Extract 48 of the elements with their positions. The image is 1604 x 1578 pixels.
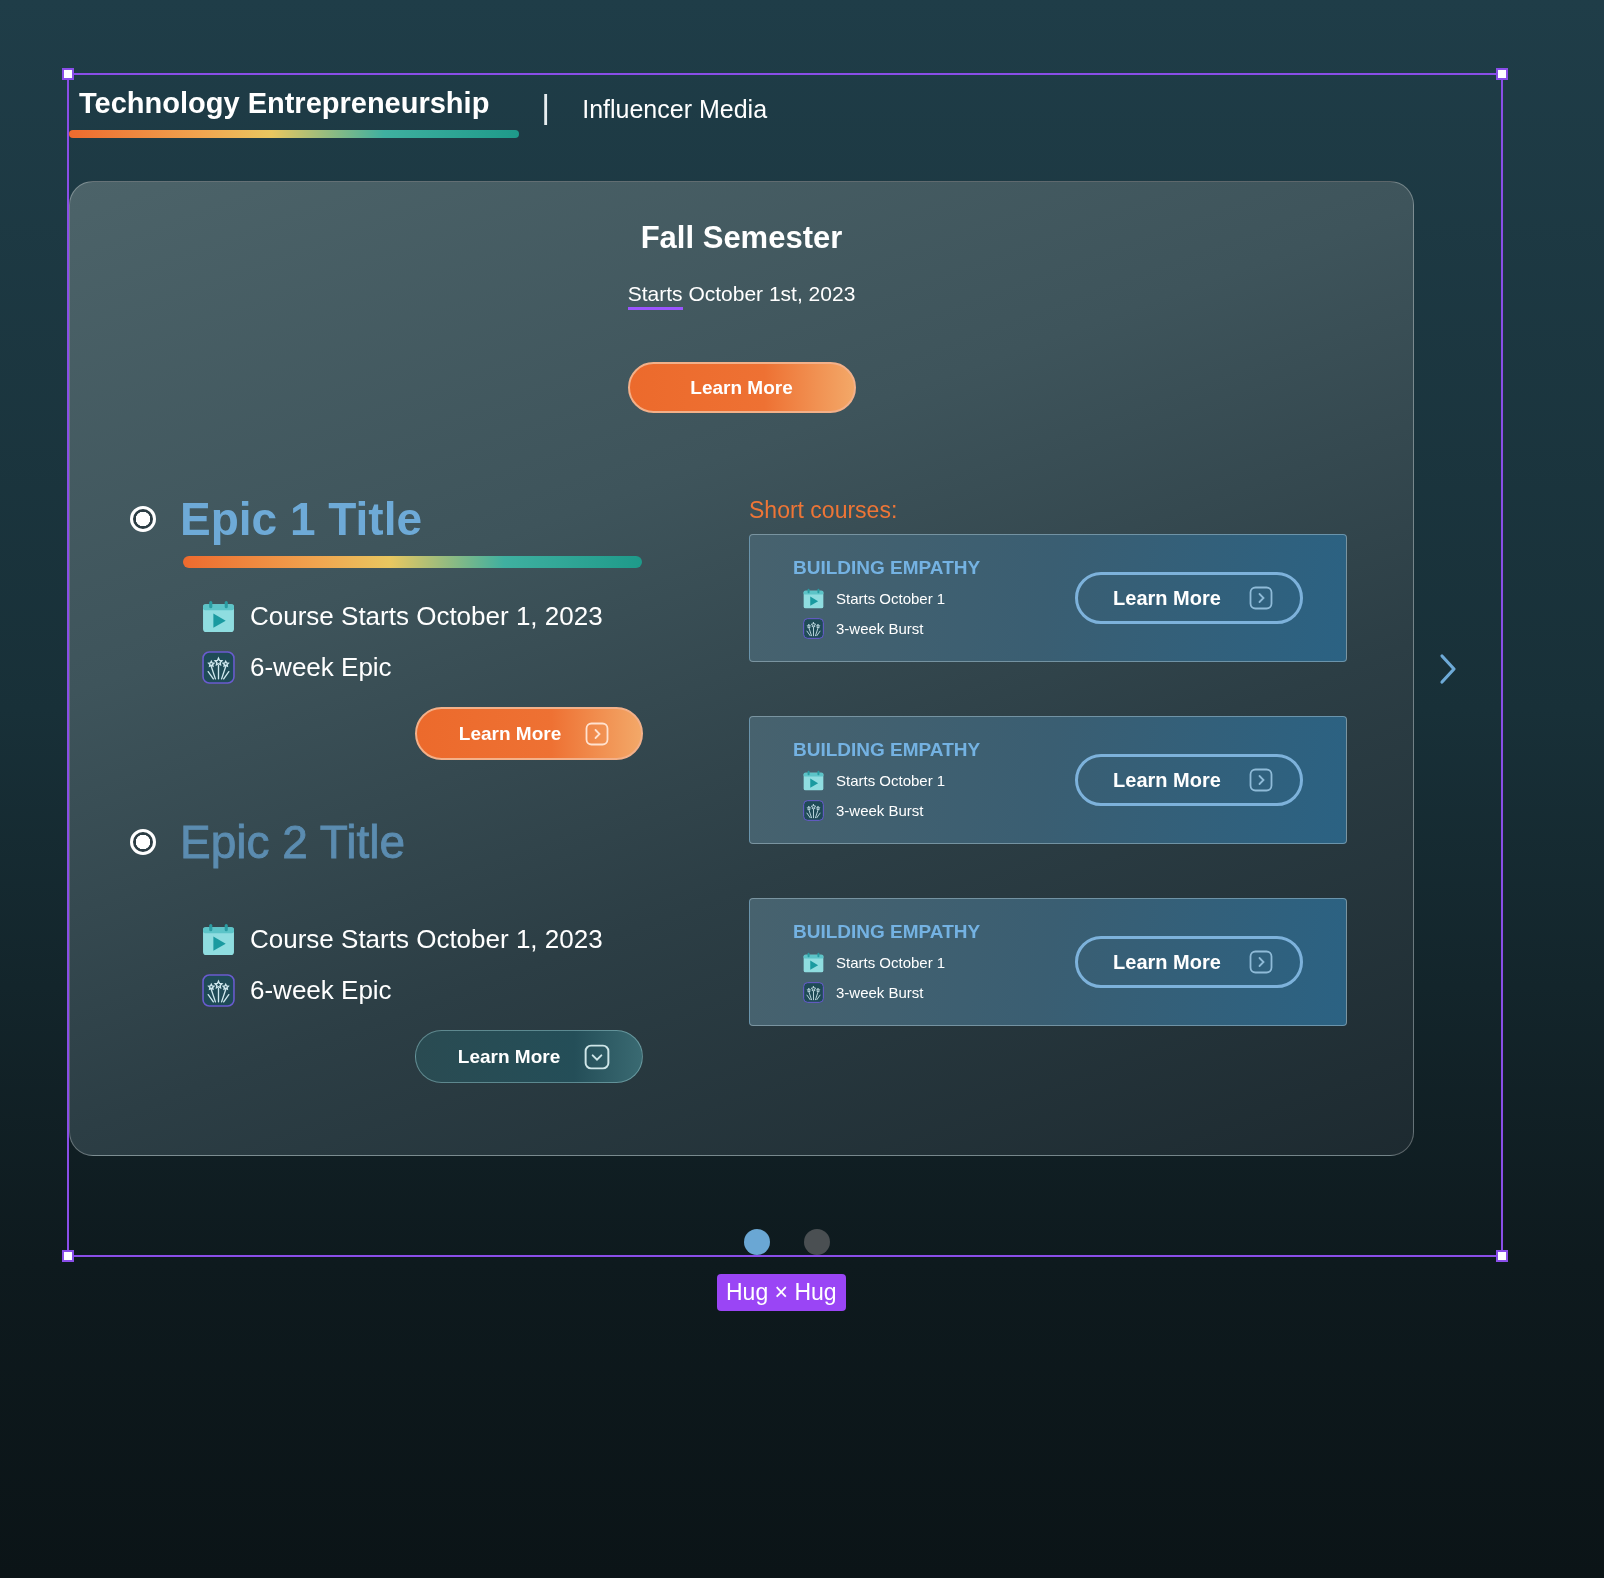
resize-handle[interactable] bbox=[62, 1250, 74, 1262]
fireworks-icon bbox=[803, 800, 824, 821]
course-detail: Starts October 1 bbox=[836, 590, 946, 607]
semester-start-date: Starts October 1st, 2023 bbox=[627, 282, 856, 310]
learn-more-button[interactable]: Learn More bbox=[415, 1030, 643, 1083]
arrow-right-icon bbox=[1248, 768, 1273, 792]
calendar-play-icon bbox=[202, 923, 235, 956]
calendar-play-icon bbox=[803, 952, 824, 973]
fireworks-icon bbox=[803, 618, 824, 639]
fireworks-icon bbox=[202, 651, 235, 684]
tab-separator: | bbox=[541, 86, 551, 126]
radio-button[interactable] bbox=[130, 506, 156, 532]
calendar-play-icon bbox=[803, 588, 824, 609]
resize-handle[interactable] bbox=[1496, 68, 1508, 80]
arrow-right-icon bbox=[1248, 586, 1273, 610]
course-title: BUILDING EMPATHY bbox=[793, 557, 982, 579]
resize-handle[interactable] bbox=[1496, 1250, 1508, 1262]
page-dot[interactable] bbox=[804, 1229, 830, 1255]
chevron-down-icon bbox=[584, 1043, 611, 1070]
calendar-play-icon bbox=[803, 770, 824, 791]
radio-button[interactable] bbox=[130, 829, 156, 855]
fireworks-icon bbox=[803, 982, 824, 1003]
learn-more-button[interactable]: Learn More bbox=[1075, 936, 1303, 988]
course-detail: 3-week Burst bbox=[836, 984, 924, 1001]
arrow-right-icon bbox=[585, 721, 610, 746]
course-title: BUILDING EMPATHY bbox=[793, 921, 982, 943]
short-courses-heading: Short courses: bbox=[749, 497, 899, 524]
resize-handle[interactable] bbox=[62, 68, 74, 80]
fireworks-icon bbox=[202, 974, 235, 1007]
size-label: Hug × Hug bbox=[717, 1274, 846, 1311]
tab[interactable]: Influencer Media bbox=[572, 81, 798, 124]
learn-more-button[interactable]: Learn More bbox=[1075, 572, 1303, 624]
calendar-play-icon bbox=[202, 600, 235, 633]
course-title: BUILDING EMPATHY bbox=[793, 739, 982, 761]
next-button[interactable] bbox=[1438, 651, 1458, 686]
tab[interactable]: Technology Entrepreneurship bbox=[69, 81, 520, 138]
epic-detail: 6-week Epic bbox=[250, 652, 392, 683]
arrow-right-icon bbox=[1248, 950, 1273, 974]
course-detail: 3-week Burst bbox=[836, 802, 924, 819]
page-dot[interactable] bbox=[744, 1229, 770, 1255]
course-detail: Starts October 1 bbox=[836, 954, 946, 971]
epic-detail: Course Starts October 1, 2023 bbox=[250, 924, 603, 955]
course-detail: 3-week Burst bbox=[836, 620, 924, 637]
semester-title: Fall Semester bbox=[640, 220, 843, 256]
course-detail: Starts October 1 bbox=[836, 772, 946, 789]
epic-detail: 6-week Epic bbox=[250, 975, 392, 1006]
epic-detail: Course Starts October 1, 2023 bbox=[250, 601, 603, 632]
learn-more-button[interactable]: Learn More bbox=[1075, 754, 1303, 806]
